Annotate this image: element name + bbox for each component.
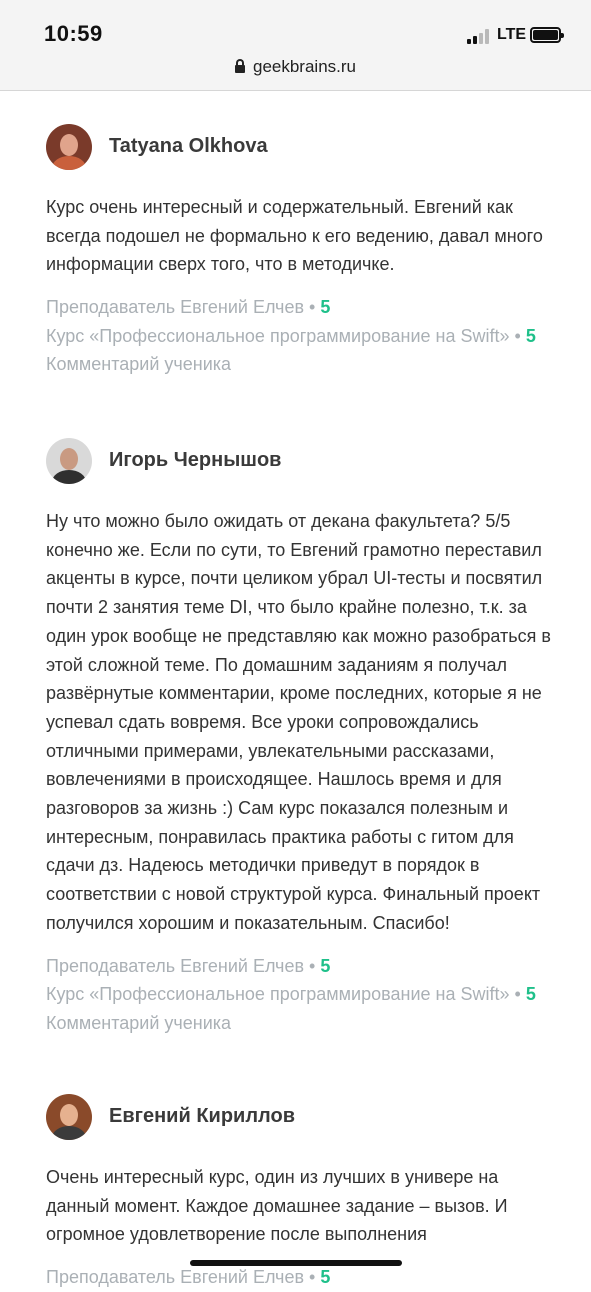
- course-score: 5: [525, 325, 536, 346]
- browser-top-bar: 10:59 LTE geekbrains.ru: [0, 0, 591, 91]
- course-label[interactable]: Курс «Профессиональное программирование …: [46, 984, 509, 1004]
- lock-icon: [234, 59, 245, 73]
- course-rating: Курс «Профессиональное программирование …: [46, 325, 536, 346]
- teacher-label[interactable]: Преподаватель Евгений Елчев: [46, 1267, 304, 1287]
- comment-type-label: Комментарий ученика: [46, 354, 232, 375]
- signal-icon: [467, 28, 491, 44]
- teacher-rating: Преподаватель Евгений Елчев • 5: [46, 297, 331, 318]
- teacher-score: 5: [320, 297, 331, 318]
- avatar: [46, 438, 92, 484]
- avatar: [46, 124, 92, 170]
- comment-type-label: Комментарий ученика: [46, 1012, 232, 1033]
- review-author: Евгений Кириллов: [46, 1094, 566, 1142]
- address-domain: geekbrains.ru: [252, 57, 356, 76]
- teacher-rating: Преподаватель Евгений Елчев • 5: [46, 1267, 331, 1288]
- course-label[interactable]: Курс «Профессиональное программирование …: [46, 326, 509, 346]
- author-name: Tatyana Olkhova: [109, 135, 268, 157]
- teacher-label[interactable]: Преподаватель Евгений Елчев: [46, 297, 304, 317]
- teacher-rating: Преподаватель Евгений Елчев • 5: [46, 955, 331, 976]
- review-card: Tatyana Olkhova Курс очень интересный и …: [46, 124, 566, 379]
- battery-icon: [530, 27, 564, 43]
- review-author: Tatyana Olkhova: [46, 124, 566, 172]
- review-author: Игорь Чернышов: [46, 438, 566, 486]
- teacher-score: 5: [320, 955, 331, 976]
- course-score: 5: [525, 984, 536, 1005]
- review-text: Ну что можно было ожидать от декана факу…: [46, 511, 551, 933]
- review-card: Игорь Чернышов Ну что можно было ожидать…: [46, 438, 566, 1037]
- review-text: Курс очень интересный и содержательный. …: [46, 197, 543, 275]
- teacher-score: 5: [320, 1267, 331, 1288]
- home-indicator[interactable]: [190, 1260, 402, 1266]
- address-bar[interactable]: geekbrains.ru: [0, 57, 591, 77]
- author-name: Игорь Чернышов: [109, 449, 282, 471]
- course-rating: Курс «Профессиональное программирование …: [46, 984, 536, 1005]
- teacher-label[interactable]: Преподаватель Евгений Елчев: [46, 956, 304, 976]
- author-name: Евгений Кириллов: [109, 1105, 295, 1127]
- status-time: 10:59: [44, 21, 103, 46]
- network-type: LTE: [497, 26, 527, 43]
- avatar: [46, 1094, 92, 1140]
- review-text: Очень интересный курс, один из лучших в …: [46, 1167, 508, 1245]
